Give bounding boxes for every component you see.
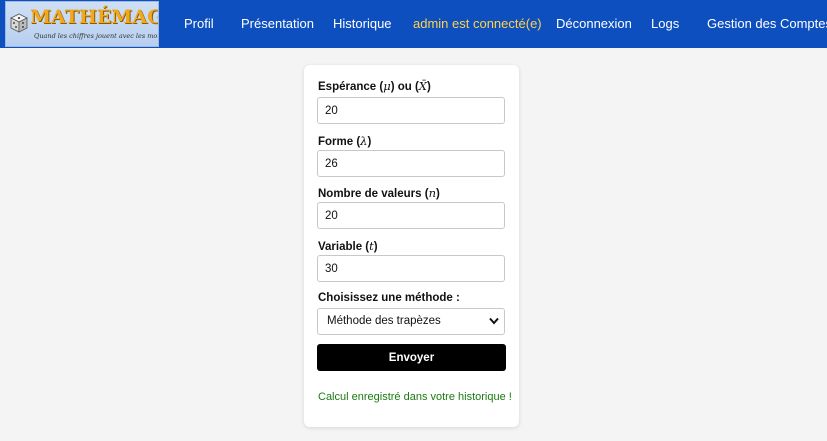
variable-label: Variable (t) (318, 239, 378, 253)
n-symbol: n (428, 186, 436, 200)
nav-item-logs[interactable]: Logs (651, 16, 679, 31)
dice-icon (10, 13, 28, 33)
esperance-label: Espérance (μ) ou (X̄) (318, 79, 431, 93)
forme-input[interactable] (317, 150, 505, 177)
success-message: Calcul enregistré dans votre historique … (318, 391, 512, 403)
logo-text: MATHÉMAGIE (30, 6, 158, 28)
mu-symbol: μ (383, 79, 391, 93)
nav-item-presentation[interactable]: Présentation (241, 16, 314, 31)
nav-item-gestion-comptes[interactable]: Gestion des Comptes (707, 16, 827, 31)
nombre-valeurs-input[interactable] (317, 202, 505, 229)
esperance-input[interactable] (317, 97, 505, 124)
variable-input[interactable] (317, 255, 505, 282)
forme-label: Forme (λ) (318, 134, 372, 148)
methode-selected-value: Méthode des trapèzes (327, 315, 441, 327)
user-status: admin est connecté(e) (413, 16, 542, 31)
submit-button[interactable]: Envoyer (317, 344, 506, 371)
top-navbar: MATHÉMAGIE Quand les chiffres jouent ave… (0, 0, 827, 48)
chevron-down-icon (489, 317, 499, 325)
logo-tagline: Quand les chiffres jouent avec les mots (34, 32, 159, 40)
nav-item-profil[interactable]: Profil (184, 16, 214, 31)
nav-item-historique[interactable]: Historique (333, 16, 392, 31)
nombre-valeurs-label: Nombre de valeurs (n) (318, 186, 440, 200)
calculation-form: Espérance (μ) ou (X̄) Forme (λ) Nombre d… (304, 65, 519, 427)
methode-label: Choisissez une méthode : (318, 292, 460, 304)
methode-select[interactable]: Méthode des trapèzes (317, 308, 505, 335)
site-logo[interactable]: MATHÉMAGIE Quand les chiffres jouent ave… (5, 1, 159, 47)
xbar-symbol: X̄ (418, 79, 427, 93)
nav-item-deconnexion[interactable]: Déconnexion (556, 16, 632, 31)
